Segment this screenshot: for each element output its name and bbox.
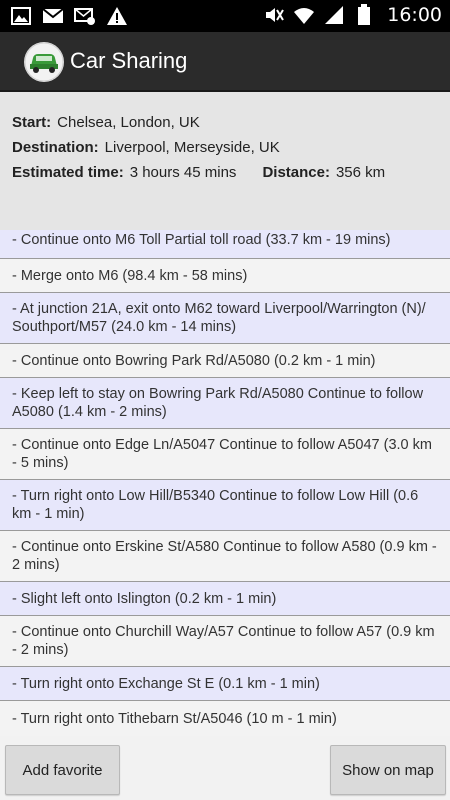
battery-icon: [353, 4, 375, 26]
status-clock: 16:00: [387, 4, 442, 26]
status-bar: 16:00: [0, 0, 450, 32]
direction-text: - Continue onto Bowring Park Rd/A5080 (0…: [12, 352, 376, 369]
direction-text: - Keep left to stay on Bowring Park Rd/A…: [12, 386, 424, 420]
direction-text: - Turn right onto Exchange St E (0.1 km …: [12, 675, 320, 692]
action-bar: Car Sharing: [0, 32, 450, 92]
direction-item[interactable]: - Turn right onto Tithebarn St/A5046 (10…: [0, 701, 450, 736]
direction-text: - Merge onto M6 (98.4 km - 58 mins): [12, 267, 248, 284]
direction-item[interactable]: - Turn right onto Exchange St E (0.1 km …: [0, 667, 450, 701]
mute-icon: [263, 4, 285, 26]
direction-text: - Turn right onto Tithebarn St/A5046 (10…: [12, 710, 337, 727]
direction-item[interactable]: - Merge onto M6 (98.4 km - 58 mins): [0, 259, 450, 293]
wifi-icon: [293, 4, 315, 26]
distance-value: 356 km: [335, 164, 386, 181]
image-icon: [10, 5, 32, 27]
distance-label: Distance:: [262, 164, 330, 181]
direction-text: - At junction 21A, exit onto M62 toward …: [12, 301, 426, 335]
estimated-time-label: Estimated time:: [12, 164, 124, 181]
gmail-icon: [42, 5, 64, 27]
warning-icon: [106, 5, 128, 27]
estimated-time-value: 3 hours 45 mins: [129, 164, 237, 181]
email-icon: [74, 5, 96, 27]
direction-item[interactable]: - Slight left onto Islington (0.2 km - 1…: [0, 582, 450, 616]
car-app-icon[interactable]: [24, 42, 64, 82]
direction-text: - Turn right onto Low Hill/B5340 Continu…: [12, 488, 419, 522]
show-on-map-button[interactable]: Show on map: [330, 745, 446, 795]
bottom-bar: Add favorite Show on map: [0, 736, 450, 800]
app-title: Car Sharing: [70, 48, 188, 73]
destination-row: Destination: Liverpool, Merseyside, UK: [12, 135, 438, 160]
direction-item[interactable]: - Continue onto Bowring Park Rd/A5080 (0…: [0, 344, 450, 378]
signal-icon: [323, 4, 345, 26]
direction-text: - Slight left onto Islington (0.2 km - 1…: [12, 590, 277, 607]
direction-item[interactable]: - At junction 21A, exit onto M62 toward …: [0, 293, 450, 344]
direction-text: - Continue onto Erskine St/A580 Continue…: [12, 539, 437, 573]
direction-text: - Continue onto Edge Ln/A5047 Continue t…: [12, 437, 432, 471]
direction-text: - Continue onto M6 Toll Partial toll roa…: [12, 231, 391, 248]
time-distance-row: Estimated time: 3 hours 45 mins Distance…: [12, 160, 438, 185]
direction-item[interactable]: - Turn right onto Low Hill/B5340 Continu…: [0, 480, 450, 531]
start-label: Start:: [12, 114, 52, 131]
route-summary: Start: Chelsea, London, UK Destination: …: [0, 92, 450, 230]
direction-text: - Continue onto Churchill Way/A57 Contin…: [12, 624, 435, 658]
start-row: Start: Chelsea, London, UK: [12, 110, 438, 135]
direction-item[interactable]: - Continue onto Edge Ln/A5047 Continue t…: [0, 429, 450, 480]
directions-list[interactable]: - Continue onto M6 Toll Partial toll roa…: [0, 230, 450, 736]
direction-item[interactable]: - Continue onto Churchill Way/A57 Contin…: [0, 616, 450, 667]
destination-label: Destination:: [12, 139, 99, 156]
direction-item[interactable]: - Continue onto Erskine St/A580 Continue…: [0, 531, 450, 582]
start-value: Chelsea, London, UK: [57, 114, 200, 131]
direction-item[interactable]: - Continue onto M6 Toll Partial toll roa…: [0, 230, 450, 259]
destination-value: Liverpool, Merseyside, UK: [104, 139, 280, 156]
add-favorite-button[interactable]: Add favorite: [5, 745, 120, 795]
direction-item[interactable]: - Keep left to stay on Bowring Park Rd/A…: [0, 378, 450, 429]
